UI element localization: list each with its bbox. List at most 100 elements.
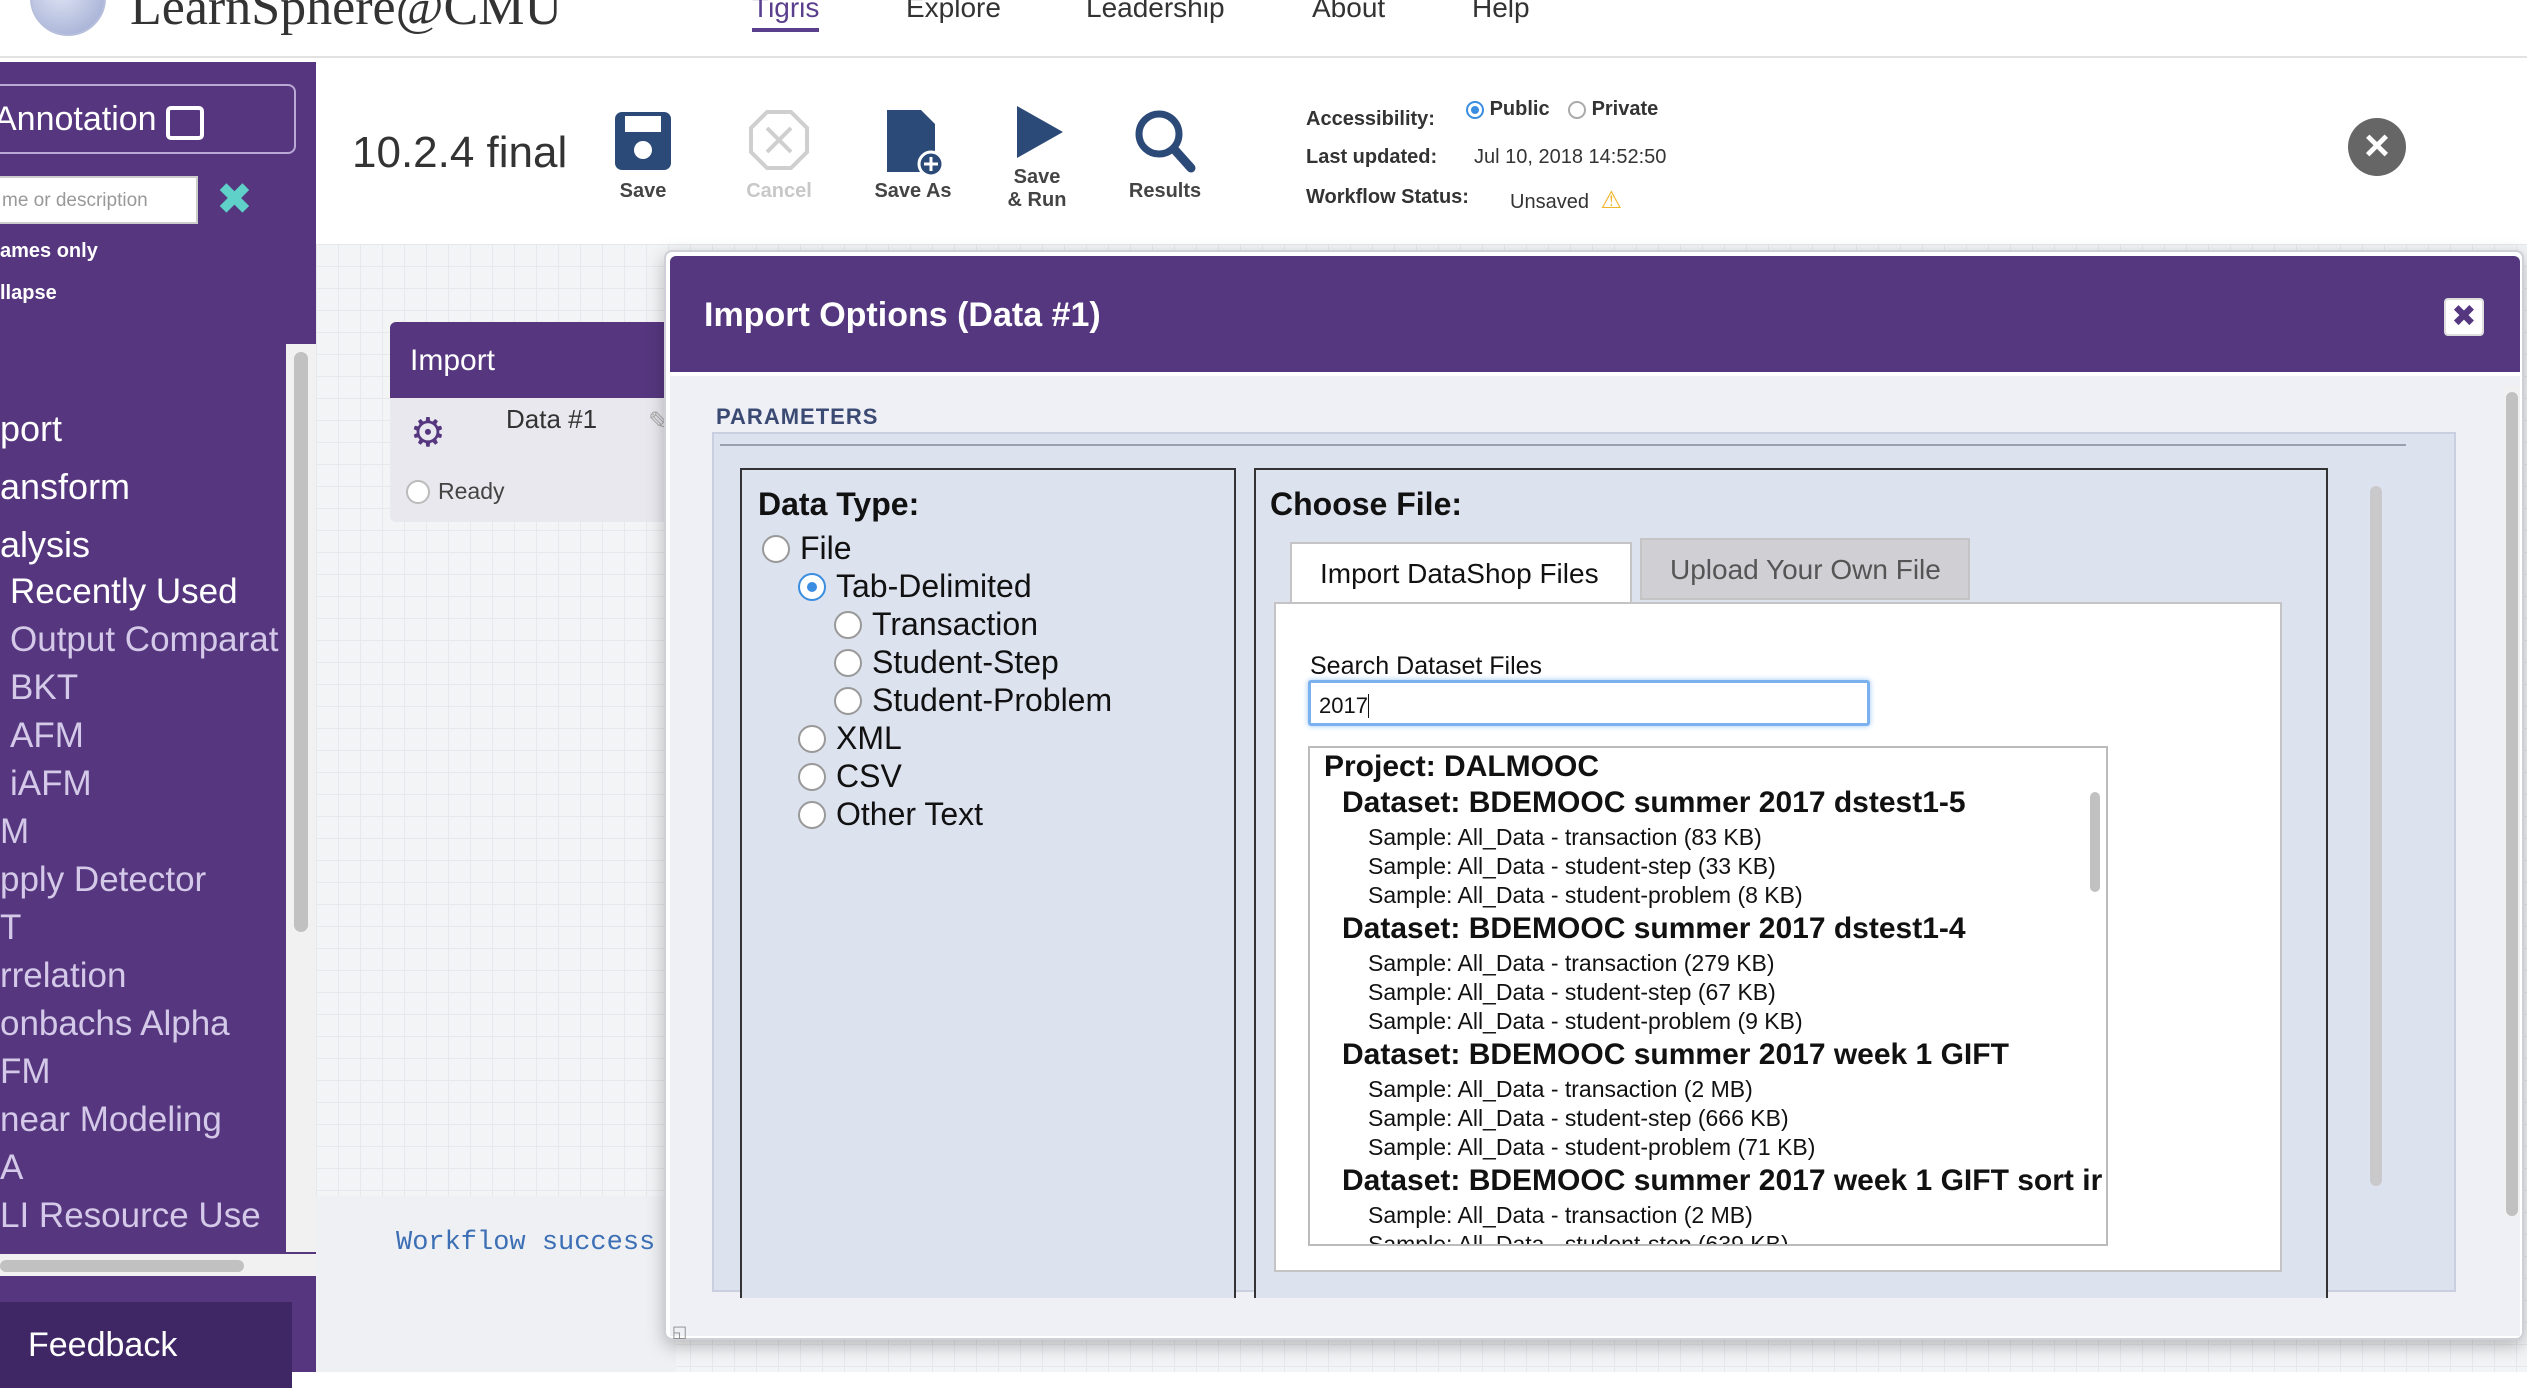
- search-dataset-input[interactable]: 2017: [1308, 680, 1870, 726]
- radio-tab-delimited[interactable]: [798, 573, 826, 601]
- top-navigation: LearnSphere@CMU Tigris Explore Leadershi…: [0, 0, 2527, 58]
- nav-help[interactable]: Help: [1472, 0, 1530, 24]
- option-transaction[interactable]: Transaction: [834, 606, 1038, 643]
- gear-icon[interactable]: ⚙: [410, 410, 446, 456]
- radio-csv[interactable]: [798, 763, 826, 791]
- node-title[interactable]: Import: [390, 322, 680, 398]
- play-icon: [997, 100, 1077, 166]
- sample-item[interactable]: Sample: All_Data - student-step (666 KB): [1368, 1105, 1789, 1132]
- results-button[interactable]: Results: [1110, 102, 1220, 203]
- menu-horizontal-scrollbar-thumb[interactable]: [0, 1260, 244, 1272]
- menu-item[interactable]: FM: [0, 1052, 51, 1092]
- menu-item[interactable]: AFM: [10, 716, 84, 756]
- logo-text[interactable]: LearnSphere@CMU: [130, 0, 562, 37]
- sample-item[interactable]: Sample: All_Data - student-problem (9 KB…: [1368, 1008, 1803, 1035]
- option-student-problem-label: Student-Problem: [872, 682, 1113, 718]
- save-and-run-button[interactable]: Save & Run: [982, 100, 1092, 212]
- dataset-item[interactable]: Dataset: BDEMOOC summer 2017 dstest1-4: [1342, 912, 1966, 946]
- tab-import-datashop-files[interactable]: Import DataShop Files: [1290, 542, 1632, 604]
- collapse-option[interactable]: llapse: [0, 282, 57, 305]
- radio-xml[interactable]: [798, 725, 826, 753]
- logo-icon[interactable]: [30, 0, 106, 36]
- radio-transaction[interactable]: [834, 611, 862, 639]
- save-as-button[interactable]: Save As: [858, 102, 968, 203]
- import-component-node[interactable]: Import ⚙ Data #1 ✎ Ready: [390, 322, 680, 522]
- menu-scrollbar-thumb[interactable]: [294, 352, 308, 932]
- nav-leadership[interactable]: Leadership: [1086, 0, 1225, 24]
- project-heading[interactable]: Project: DALMOOC: [1324, 750, 1599, 784]
- public-radio[interactable]: [1466, 100, 1484, 119]
- save-button[interactable]: Save: [588, 102, 698, 203]
- option-transaction-label: Transaction: [872, 606, 1038, 642]
- sample-item[interactable]: Sample: All_Data - transaction (83 KB): [1368, 824, 1762, 851]
- feedback-button[interactable]: Feedback: [0, 1302, 292, 1388]
- nav-explore[interactable]: Explore: [906, 0, 1001, 24]
- nav-tigris[interactable]: Tigris: [752, 0, 820, 32]
- annotation-button[interactable]: Annotation: [0, 84, 296, 154]
- names-only-option[interactable]: ames only: [0, 240, 98, 263]
- option-xml[interactable]: XML: [798, 720, 902, 757]
- parameters-scrollbar[interactable]: [2370, 486, 2382, 1186]
- option-tab-delimited-label: Tab-Delimited: [836, 568, 1032, 604]
- import-datashop-tab-content: Search Dataset Files 2017 Project: DALMO…: [1274, 602, 2282, 1272]
- menu-item[interactable]: LI Resource Use: [0, 1196, 261, 1236]
- menu-item[interactable]: onbachs Alpha: [0, 1004, 230, 1044]
- cancel-button[interactable]: Cancel: [724, 102, 834, 203]
- menu-item[interactable]: near Modeling: [0, 1100, 222, 1140]
- workflow-name[interactable]: 10.2.4 final: [352, 128, 567, 178]
- menu-item[interactable]: pply Detector: [0, 860, 206, 900]
- dataset-item[interactable]: Dataset: BDEMOOC summer 2017 week 1 GIFT…: [1342, 1164, 2102, 1198]
- sample-item[interactable]: Sample: All_Data - transaction (2 MB): [1368, 1076, 1753, 1103]
- sample-item[interactable]: Sample: All_Data - transaction (279 KB): [1368, 950, 1775, 977]
- resize-handle-icon[interactable]: ◱: [672, 1322, 687, 1342]
- dataset-item[interactable]: Dataset: BDEMOOC summer 2017 dstest1-5: [1342, 786, 1966, 820]
- dataset-item[interactable]: Dataset: BDEMOOC summer 2017 week 1 GIFT: [1342, 1038, 2009, 1072]
- option-other-text[interactable]: Other Text: [798, 796, 983, 833]
- menu-item[interactable]: iAFM: [10, 764, 92, 804]
- category-transform[interactable]: ansform: [0, 466, 130, 508]
- menu-item[interactable]: A: [0, 1148, 23, 1188]
- dialog-scrollbar-thumb[interactable]: [2506, 392, 2518, 1216]
- radio-other-text[interactable]: [798, 801, 826, 829]
- menu-item[interactable]: BKT: [10, 668, 78, 708]
- sample-item[interactable]: Sample: All_Data - student-problem (71 K…: [1368, 1134, 1815, 1161]
- component-search-input[interactable]: me or description: [0, 176, 198, 224]
- workflow-status-label: Workflow Status:: [1306, 186, 1469, 208]
- radio-student-step[interactable]: [834, 649, 862, 677]
- sample-item[interactable]: Sample: All_Data - transaction (2 MB): [1368, 1202, 1753, 1229]
- close-dialog-icon[interactable]: ✖: [2444, 298, 2484, 336]
- last-updated-value: Jul 10, 2018 14:52:50: [1474, 146, 1667, 168]
- accessibility-public-option[interactable]: Public: [1466, 98, 1550, 121]
- dataset-results-list[interactable]: Project: DALMOOC Dataset: BDEMOOC summer…: [1308, 746, 2108, 1246]
- choose-file-title: Choose File:: [1270, 486, 1463, 522]
- menu-item[interactable]: Output Comparat: [10, 620, 278, 660]
- choose-file-panel: Choose File: Import DataShop Files Uploa…: [1254, 468, 2328, 1298]
- menu-item[interactable]: M: [0, 812, 29, 852]
- dialog-header[interactable]: Import Options (Data #1) ✖: [670, 256, 2520, 372]
- menu-item[interactable]: rrelation: [0, 956, 126, 996]
- sample-item[interactable]: Sample: All_Data - student-step (67 KB): [1368, 979, 1776, 1006]
- results-scrollbar-thumb[interactable]: [2090, 792, 2100, 892]
- option-tab-delimited[interactable]: Tab-Delimited: [798, 568, 1032, 605]
- tab-upload-own-file[interactable]: Upload Your Own File: [1640, 538, 1970, 600]
- radio-file[interactable]: [762, 535, 790, 563]
- radio-student-problem[interactable]: [834, 687, 862, 715]
- option-csv[interactable]: CSV: [798, 758, 902, 795]
- nav-about[interactable]: About: [1312, 0, 1385, 24]
- accessibility-private-option[interactable]: Private: [1568, 98, 1658, 121]
- option-file[interactable]: File: [762, 530, 852, 567]
- category-analysis[interactable]: alysis: [0, 524, 90, 566]
- private-radio[interactable]: [1568, 100, 1586, 119]
- menu-item[interactable]: Recently Used: [10, 572, 238, 612]
- option-student-step[interactable]: Student-Step: [834, 644, 1059, 681]
- note-icon: [166, 106, 204, 140]
- category-import[interactable]: port: [0, 408, 62, 450]
- sample-item[interactable]: Sample: All_Data - student-step (33 KB): [1368, 853, 1776, 880]
- clear-search-icon[interactable]: ✖: [216, 176, 253, 224]
- close-workflow-icon[interactable]: ×: [2348, 118, 2406, 176]
- sample-item[interactable]: Sample: All_Data - student-problem (8 KB…: [1368, 882, 1803, 909]
- sample-item[interactable]: Sample: All_Data - student-step (639 KB): [1368, 1231, 1789, 1244]
- option-student-problem[interactable]: Student-Problem: [834, 682, 1112, 719]
- menu-item[interactable]: T: [0, 908, 21, 948]
- search-dataset-label: Search Dataset Files: [1310, 652, 1543, 680]
